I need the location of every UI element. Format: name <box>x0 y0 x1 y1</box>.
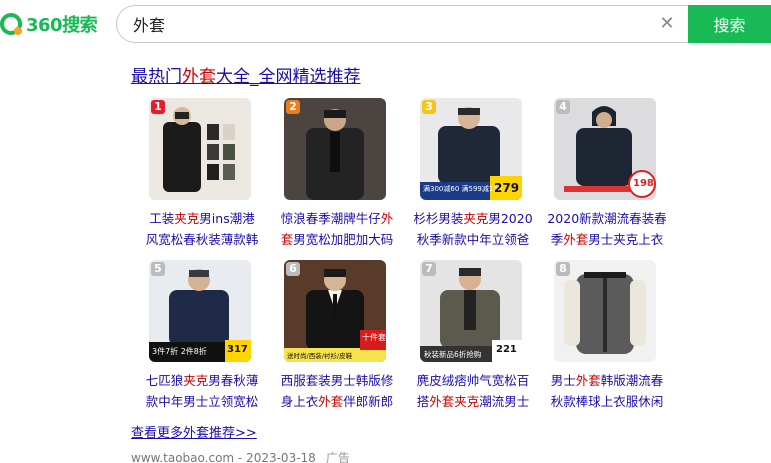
jacket-photo-icon <box>284 98 386 200</box>
product-image[interactable]: 2 <box>284 98 386 200</box>
caption-text: 2020新款潮流春装春 <box>547 211 667 226</box>
header: 360搜索 ✕ 搜索 <box>0 0 771 50</box>
caption-text: 秋季新款中年立领爸 <box>416 232 530 247</box>
rank-badge: 5 <box>151 262 165 276</box>
caption-text: 风宽松春秋装薄款韩 <box>145 232 259 247</box>
jacket-photo-icon <box>149 98 251 200</box>
source-url: www.taobao.com - 2023-03-18 <box>131 451 316 463</box>
caption-text: 搭 <box>416 394 430 409</box>
product-image[interactable]: 198 4 <box>554 98 656 200</box>
result-title-text: 最热门 <box>131 67 182 87</box>
product-image[interactable]: 十件套 送时尚/西装/衬衫/皮鞋 6 <box>284 260 386 362</box>
360-logo[interactable]: 360搜索 <box>0 11 98 37</box>
caption-text: 杉杉男装 <box>413 211 464 226</box>
caption-text: 秋款棒球上衣服休闲 <box>550 394 664 409</box>
rank-badge: 6 <box>286 262 300 276</box>
caption-highlight: 外套夹克 <box>429 394 480 409</box>
rank-badge: 4 <box>556 100 570 114</box>
caption-text: 身上衣 <box>280 394 319 409</box>
caption-text: 男2020 <box>488 211 533 226</box>
caption-text: 潮流男士 <box>479 394 530 409</box>
caption-text: 惊浪春季潮牌牛仔 <box>280 211 381 226</box>
jacket-photo-icon <box>554 260 656 362</box>
search-box: ✕ <box>116 5 688 43</box>
product-image[interactable]: 满300减60 满599减150 279 3 <box>420 98 522 200</box>
caption-highlight: 夹克 <box>463 211 489 226</box>
product-image[interactable]: 3件7折 2件8折 317 5 <box>149 260 251 362</box>
rank-badge: 7 <box>422 262 436 276</box>
caption-highlight: 套 <box>280 232 294 247</box>
caption-text: 伴郎新郎 <box>343 394 394 409</box>
ad-label: 广告 <box>325 451 350 463</box>
caption-highlight: 外套 <box>318 394 344 409</box>
caption-text: 男士 <box>550 373 576 388</box>
product-caption[interactable]: 西服套装男士韩版修 身上衣外套伴郎新郎 <box>272 370 402 412</box>
product-caption[interactable]: 2020新款潮流春装春 季外套男士夹克上衣 <box>542 208 672 250</box>
logo-text: 360搜索 <box>26 15 98 36</box>
caption-text: 季 <box>550 232 564 247</box>
caption-text: 韩版潮流春 <box>600 373 664 388</box>
promo-text: 秋装新品6折抢购 <box>424 350 482 359</box>
price-text: 221 <box>496 344 517 355</box>
suit-photo-icon <box>284 260 386 362</box>
promo-text: 满300减60 满599减150 <box>423 185 503 193</box>
caption-highlight: 夹克 <box>183 373 209 388</box>
product-caption[interactable]: 七匹狼夹克男春秋薄 款中年男士立领宽松 <box>137 370 267 412</box>
product-image[interactable]: 秋装新品6折抢购 221 7 <box>420 260 522 362</box>
product-caption[interactable]: 工装夹克男ins潮港 风宽松春秋装薄款韩 <box>137 208 267 250</box>
tag-text: 十件套 <box>362 333 386 342</box>
caption-text: 工装 <box>149 211 175 226</box>
promo-text: 3件7折 2件8折 <box>152 347 207 356</box>
caption-text: 款中年男士立领宽松 <box>145 394 259 409</box>
result-title-text: 大全_全网精选推荐 <box>216 67 361 87</box>
caption-text: 七匹狼 <box>145 373 184 388</box>
product-caption[interactable]: 麂皮绒痞帅气宽松百 搭外套夹克潮流男士 <box>408 370 538 412</box>
price-text: 317 <box>227 344 248 355</box>
more-recommendations-link[interactable]: 查看更多外套推荐>> <box>131 422 257 441</box>
rank-badge: 2 <box>286 100 300 114</box>
rank-badge: 1 <box>151 100 165 114</box>
product-caption[interactable]: 男士外套韩版潮流春 秋款棒球上衣服休闲 <box>542 370 672 412</box>
result-title[interactable]: 最热门外套大全_全网精选推荐 <box>131 62 361 87</box>
product-caption[interactable]: 杉杉男装夹克男2020 秋季新款中年立领爸 <box>408 208 538 250</box>
caption-highlight: 夹克 <box>174 211 200 226</box>
caption-text: 男春秋薄 <box>208 373 259 388</box>
caption-text: 男士夹克上衣 <box>588 232 664 247</box>
rank-badge: 3 <box>422 100 436 114</box>
caption-highlight: 外套 <box>563 232 589 247</box>
caption-text: 男ins潮港 <box>199 211 255 226</box>
caption-text: 西服套装男士韩版修 <box>280 373 394 388</box>
caption-highlight: 外 <box>380 211 394 226</box>
caption-text: 麂皮绒痞帅气宽松百 <box>416 373 530 388</box>
search-input[interactable] <box>133 14 633 34</box>
caption-text: 男宽松加肥加大码 <box>293 232 394 247</box>
logo-ring-icon <box>0 13 22 35</box>
clear-icon[interactable]: ✕ <box>658 15 676 33</box>
product-image[interactable]: 1 <box>149 98 251 200</box>
caption-highlight: 外套 <box>575 373 601 388</box>
result-title-highlight: 外套 <box>182 67 216 87</box>
promo-text: 送时尚/西装/衬衫/皮鞋 <box>287 352 353 360</box>
result-meta: www.taobao.com - 2023-03-18 广告 <box>131 449 350 463</box>
price-text: 198 <box>633 178 654 189</box>
search-button[interactable]: 搜索 <box>688 5 771 43</box>
product-caption[interactable]: 惊浪春季潮牌牛仔外 套男宽松加肥加大码 <box>272 208 402 250</box>
rank-badge: 8 <box>556 262 570 276</box>
product-image[interactable]: 8 <box>554 260 656 362</box>
price-text: 279 <box>494 181 520 195</box>
